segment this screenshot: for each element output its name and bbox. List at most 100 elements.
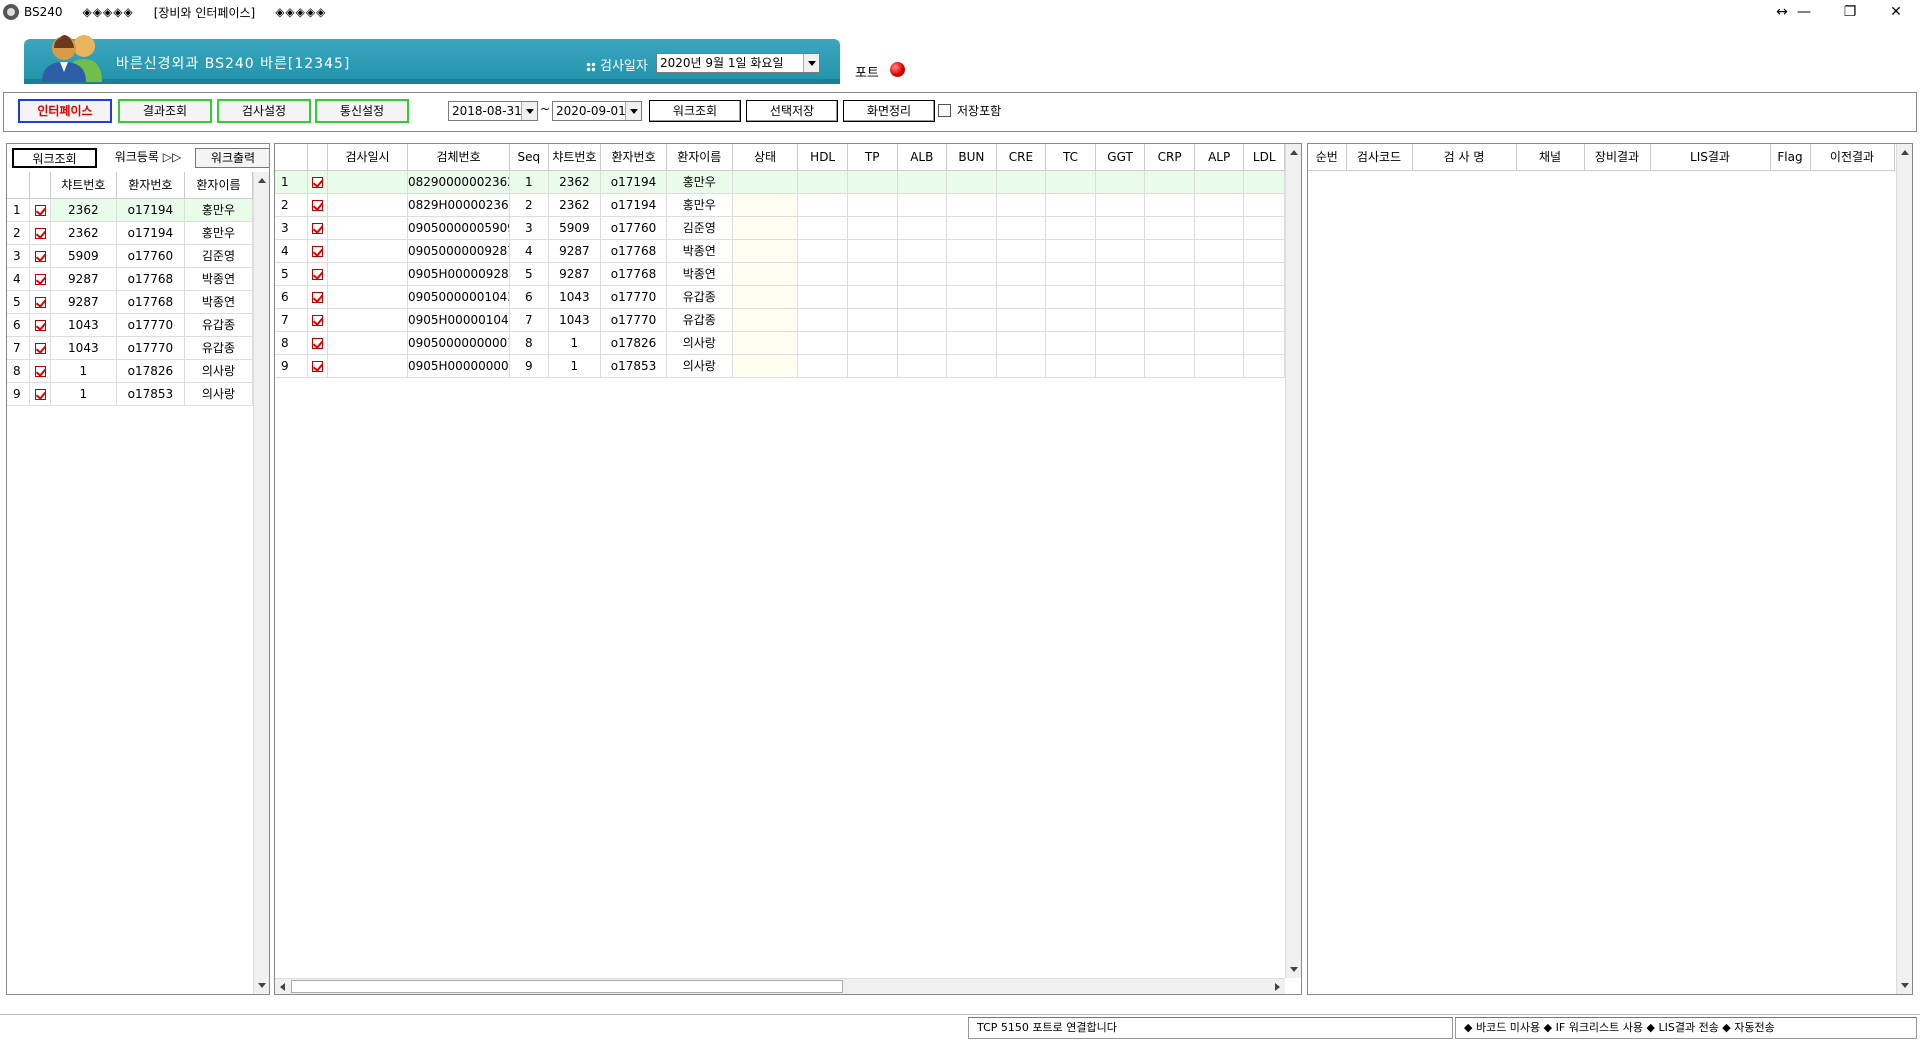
- row-select-cell[interactable]: [307, 262, 329, 286]
- scroll-right-icon[interactable]: [1269, 979, 1285, 994]
- result-value-cell[interactable]: [1243, 193, 1285, 217]
- row-select-cell[interactable]: [307, 239, 329, 263]
- result-value-cell[interactable]: [996, 193, 1047, 217]
- checked-checkbox-icon[interactable]: [34, 296, 46, 308]
- row-select-cell[interactable]: [29, 244, 51, 268]
- col-header[interactable]: CRP: [1144, 144, 1195, 171]
- result-value-cell[interactable]: [1243, 216, 1285, 240]
- result-value-cell[interactable]: [847, 239, 898, 263]
- col-header[interactable]: [275, 144, 308, 171]
- hscroll-thumb[interactable]: [291, 980, 843, 993]
- col-header[interactable]: 챠트번호: [548, 144, 602, 171]
- result-value-cell[interactable]: [996, 262, 1047, 286]
- col-header[interactable]: BUN: [946, 144, 997, 171]
- col-header[interactable]: [307, 144, 329, 171]
- result-value-cell[interactable]: [797, 285, 848, 309]
- result-value-cell[interactable]: [847, 262, 898, 286]
- col-header[interactable]: ALB: [897, 144, 948, 171]
- result-value-cell[interactable]: [1243, 308, 1285, 332]
- row-select-cell[interactable]: [29, 290, 51, 314]
- result-value-cell[interactable]: [897, 170, 948, 194]
- result-value-cell[interactable]: [797, 354, 848, 378]
- result-value-cell[interactable]: [946, 331, 997, 355]
- table-row[interactable]: 3 5909 o17760 김준영: [7, 244, 254, 268]
- result-value-cell[interactable]: [897, 285, 948, 309]
- work-register-button[interactable]: 워크등록 ▷▷: [98, 148, 198, 168]
- result-value-cell[interactable]: [1194, 262, 1245, 286]
- result-value-cell[interactable]: [1144, 308, 1195, 332]
- result-value-cell[interactable]: [946, 216, 997, 240]
- checked-checkbox-icon[interactable]: [311, 245, 323, 257]
- result-value-cell[interactable]: [1243, 262, 1285, 286]
- result-value-cell[interactable]: [946, 193, 997, 217]
- result-value-cell[interactable]: [847, 170, 898, 194]
- table-row[interactable]: 1 2362 o17194 홍만우: [7, 198, 254, 222]
- date-from-picker[interactable]: 2018-08-31: [448, 101, 538, 121]
- test-date-picker[interactable]: 2020년 9월 1일 화요일: [656, 53, 820, 73]
- checked-checkbox-icon[interactable]: [34, 319, 46, 331]
- result-value-cell[interactable]: [946, 239, 997, 263]
- row-select-cell[interactable]: [307, 354, 329, 378]
- table-row[interactable]: 4 9287 o17768 박종연: [7, 267, 254, 291]
- result-value-cell[interactable]: [1243, 239, 1285, 263]
- checked-checkbox-icon[interactable]: [311, 360, 323, 372]
- results-vscroll[interactable]: [1285, 144, 1301, 978]
- results-hscroll[interactable]: [275, 978, 1285, 994]
- minimize-button[interactable]: —: [1784, 0, 1824, 24]
- result-value-cell[interactable]: [1243, 331, 1285, 355]
- save-selected-button[interactable]: 선택저장: [746, 100, 838, 122]
- table-row[interactable]: 8 09050000000001 8 1 o17826 의사랑: [275, 331, 1285, 355]
- col-header[interactable]: LIS결과: [1650, 144, 1771, 171]
- result-value-cell[interactable]: [1095, 331, 1146, 355]
- result-value-cell[interactable]: [797, 239, 848, 263]
- result-value-cell[interactable]: [1144, 285, 1195, 309]
- chevron-down-icon[interactable]: [803, 54, 819, 72]
- col-header[interactable]: 검 사 명: [1412, 144, 1517, 171]
- result-value-cell[interactable]: [1045, 193, 1096, 217]
- result-value-cell[interactable]: [797, 308, 848, 332]
- table-row[interactable]: 6 09050000001043 6 1043 o17770 유갑종: [275, 285, 1285, 309]
- result-value-cell[interactable]: [1144, 331, 1195, 355]
- result-value-cell[interactable]: [1095, 285, 1146, 309]
- scroll-up-icon[interactable]: [1897, 144, 1912, 160]
- result-value-cell[interactable]: [1144, 193, 1195, 217]
- chevron-down-icon[interactable]: [521, 102, 537, 120]
- result-value-cell[interactable]: [1045, 308, 1096, 332]
- result-value-cell[interactable]: [1095, 308, 1146, 332]
- result-value-cell[interactable]: [847, 354, 898, 378]
- table-row[interactable]: 3 09050000005909 3 5909 o17760 김준영: [275, 216, 1285, 240]
- checked-checkbox-icon[interactable]: [34, 342, 46, 354]
- col-header[interactable]: 장비결과: [1584, 144, 1651, 171]
- checked-checkbox-icon[interactable]: [311, 291, 323, 303]
- checked-checkbox-icon[interactable]: [311, 199, 323, 211]
- scroll-down-icon[interactable]: [254, 978, 269, 994]
- result-value-cell[interactable]: [897, 262, 948, 286]
- row-select-cell[interactable]: [29, 336, 51, 360]
- work-search-small-button[interactable]: 워크조회: [12, 148, 97, 168]
- result-value-cell[interactable]: [847, 193, 898, 217]
- tab-test-settings[interactable]: 검사설정: [217, 99, 311, 123]
- col-header[interactable]: 검체번호: [407, 144, 511, 171]
- result-value-cell[interactable]: [1045, 354, 1096, 378]
- result-value-cell[interactable]: [1243, 170, 1285, 194]
- table-row[interactable]: 6 1043 o17770 유갑종: [7, 313, 254, 337]
- result-value-cell[interactable]: [996, 285, 1047, 309]
- result-value-cell[interactable]: [1045, 285, 1096, 309]
- result-value-cell[interactable]: [1243, 285, 1285, 309]
- result-value-cell[interactable]: [797, 170, 848, 194]
- result-value-cell[interactable]: [1194, 216, 1245, 240]
- result-value-cell[interactable]: [996, 354, 1047, 378]
- result-value-cell[interactable]: [1045, 331, 1096, 355]
- col-header-patient-no[interactable]: 환자번호: [116, 172, 185, 199]
- result-value-cell[interactable]: [1095, 354, 1146, 378]
- result-value-cell[interactable]: [1045, 216, 1096, 240]
- result-value-cell[interactable]: [1194, 170, 1245, 194]
- result-value-cell[interactable]: [1144, 170, 1195, 194]
- checked-checkbox-icon[interactable]: [34, 388, 46, 400]
- result-value-cell[interactable]: [897, 216, 948, 240]
- row-select-cell[interactable]: [307, 285, 329, 309]
- restore-button[interactable]: ❐: [1830, 0, 1870, 24]
- col-header[interactable]: HDL: [797, 144, 848, 171]
- work-search-button[interactable]: 워크조회: [649, 100, 741, 122]
- table-row[interactable]: 7 1043 o17770 유갑종: [7, 336, 254, 360]
